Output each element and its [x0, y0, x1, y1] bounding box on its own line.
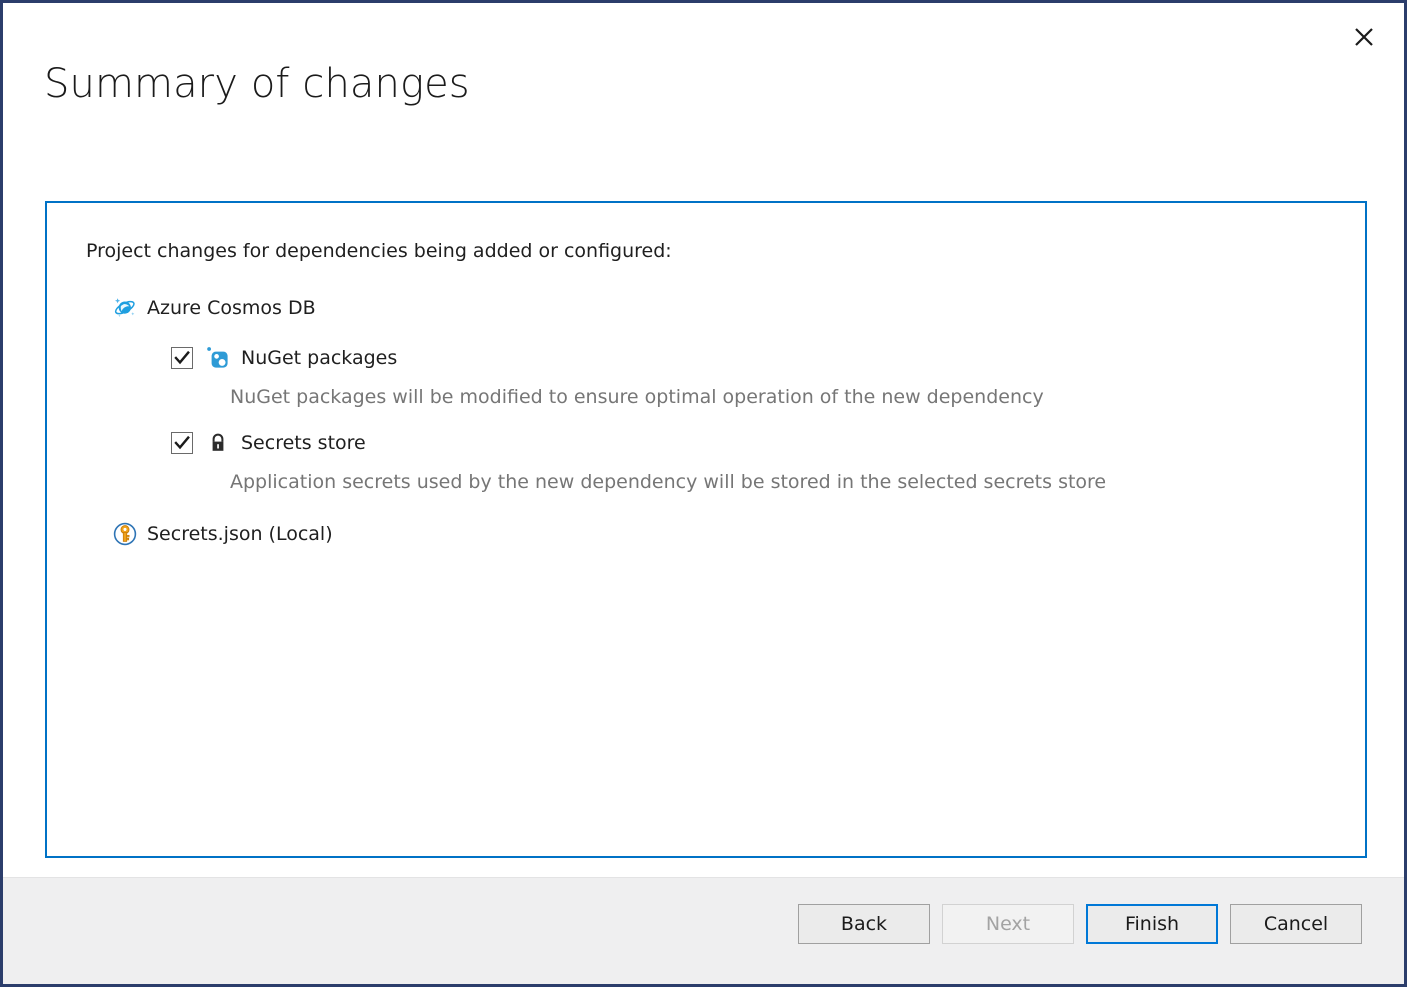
tree-node-label: Secrets.json (Local): [147, 523, 333, 545]
nuget-packages-checkbox[interactable]: [171, 347, 193, 369]
tree-node-label: Azure Cosmos DB: [147, 297, 316, 319]
tree-child-header[interactable]: NuGet packages: [171, 345, 1355, 371]
key-icon: [113, 522, 137, 546]
tree-node-azure-cosmos-db[interactable]: Azure Cosmos DB: [113, 293, 1355, 323]
cancel-button[interactable]: Cancel: [1230, 904, 1362, 944]
tree-node-secrets-json[interactable]: Secrets.json (Local): [113, 519, 1355, 549]
lock-icon: [206, 431, 230, 455]
tree-child-header[interactable]: Secrets store: [171, 430, 1355, 456]
tree-child-description: NuGet packages will be modified to ensur…: [230, 386, 1355, 408]
tree-child-description: Application secrets used by the new depe…: [230, 471, 1355, 493]
finish-button[interactable]: Finish: [1086, 904, 1218, 944]
close-icon: [1353, 26, 1375, 48]
page-title: Summary of changes: [44, 61, 470, 107]
nuget-package-icon: [206, 346, 230, 370]
next-button: Next: [942, 904, 1074, 944]
tree-child-label: NuGet packages: [241, 347, 397, 369]
footer-button-row: Back Next Finish Cancel: [798, 904, 1362, 944]
summary-of-changes-dialog: Summary of changes Project changes for d…: [0, 0, 1407, 987]
back-button[interactable]: Back: [798, 904, 930, 944]
tree-child-secrets-store: Secrets store Application secrets used b…: [171, 430, 1355, 493]
changes-panel: Project changes for dependencies being a…: [45, 201, 1367, 858]
dialog-footer: Back Next Finish Cancel: [3, 877, 1404, 984]
changes-tree: Azure Cosmos DB: [86, 293, 1355, 549]
azure-cosmos-db-icon: [113, 296, 137, 320]
panel-intro-text: Project changes for dependencies being a…: [86, 240, 672, 262]
tree-child-label: Secrets store: [241, 432, 366, 454]
tree-child-nuget-packages: NuGet packages NuGet packages will be mo…: [171, 345, 1355, 408]
close-button[interactable]: [1342, 17, 1386, 57]
secrets-store-checkbox[interactable]: [171, 432, 193, 454]
